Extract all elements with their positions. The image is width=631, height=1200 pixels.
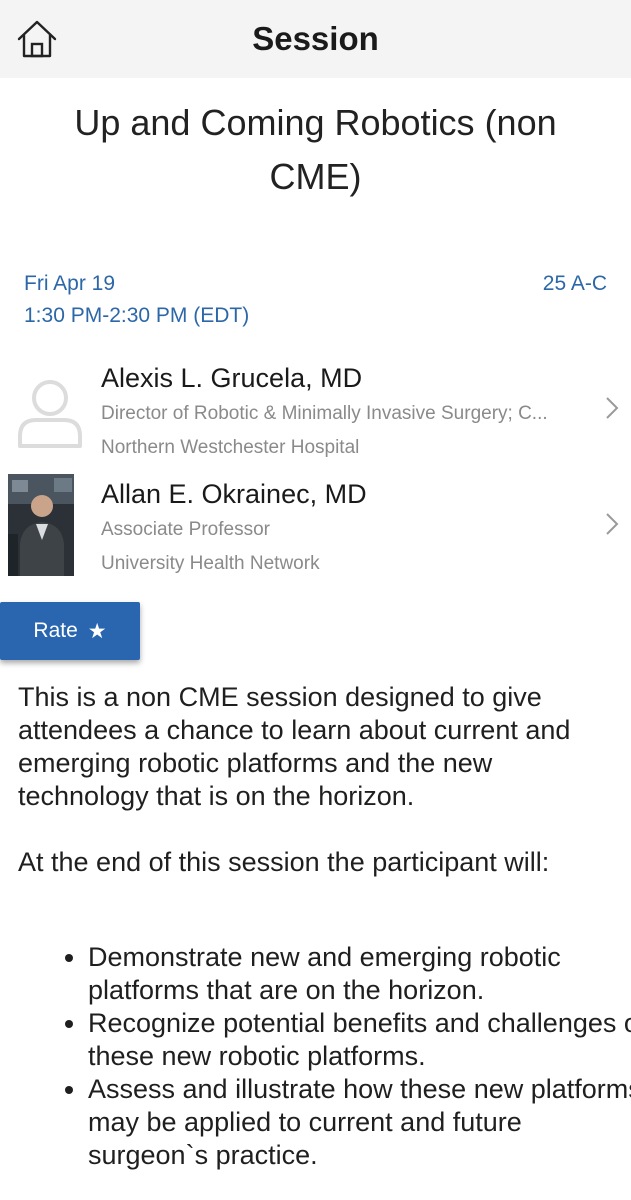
speaker-organization: Northern Westchester Hospital [101,437,360,458]
chevron-right-icon [606,513,619,535]
speaker-photo-image [8,474,74,576]
rate-button[interactable]: Rate ★ [0,602,140,660]
rate-label: Rate [33,619,78,642]
objectives-list: Demonstrate new and emerging robotic pla… [64,941,631,1172]
speaker-photo [8,474,74,576]
star-icon: ★ [87,619,107,643]
session-description: This is a non CME session designed to gi… [18,681,618,879]
speaker-name: Alexis L. Grucela, MD [101,363,363,393]
list-item: Recognize potential benefits and challen… [88,1007,631,1073]
description-paragraph: This is a non CME session designed to gi… [18,682,571,811]
session-datetime: Fri Apr 19 1:30 PM-2:30 PM (EDT) [24,268,249,332]
speaker-row[interactable]: Alexis L. Grucela, MD Director of Roboti… [0,358,631,470]
page-title: Session [252,20,379,57]
session-date: Fri Apr 19 [24,272,116,295]
speaker-role: Director of Robotic & Minimally Invasive… [101,403,548,424]
speaker-name: Allan E. Okrainec, MD [101,479,367,509]
speaker-organization: University Health Network [101,553,320,574]
chevron-right-icon [606,397,619,419]
person-placeholder-icon [18,380,82,448]
top-bar: Session [0,0,631,78]
speaker-avatar-placeholder [8,368,92,452]
speaker-role: Associate Professor [101,519,270,540]
speaker-row[interactable]: Allan E. Okrainec, MD Associate Professo… [0,474,631,586]
list-item: Assess and illustrate how these new plat… [88,1073,631,1172]
description-paragraph: At the end of this session the participa… [18,847,550,877]
session-time: 1:30 PM-2:30 PM (EDT) [24,304,250,327]
session-title: Up and Coming Robotics (non CME) [74,102,557,197]
session-room: 25 A-C [542,272,607,295]
list-item: Demonstrate new and emerging robotic pla… [88,941,631,1007]
